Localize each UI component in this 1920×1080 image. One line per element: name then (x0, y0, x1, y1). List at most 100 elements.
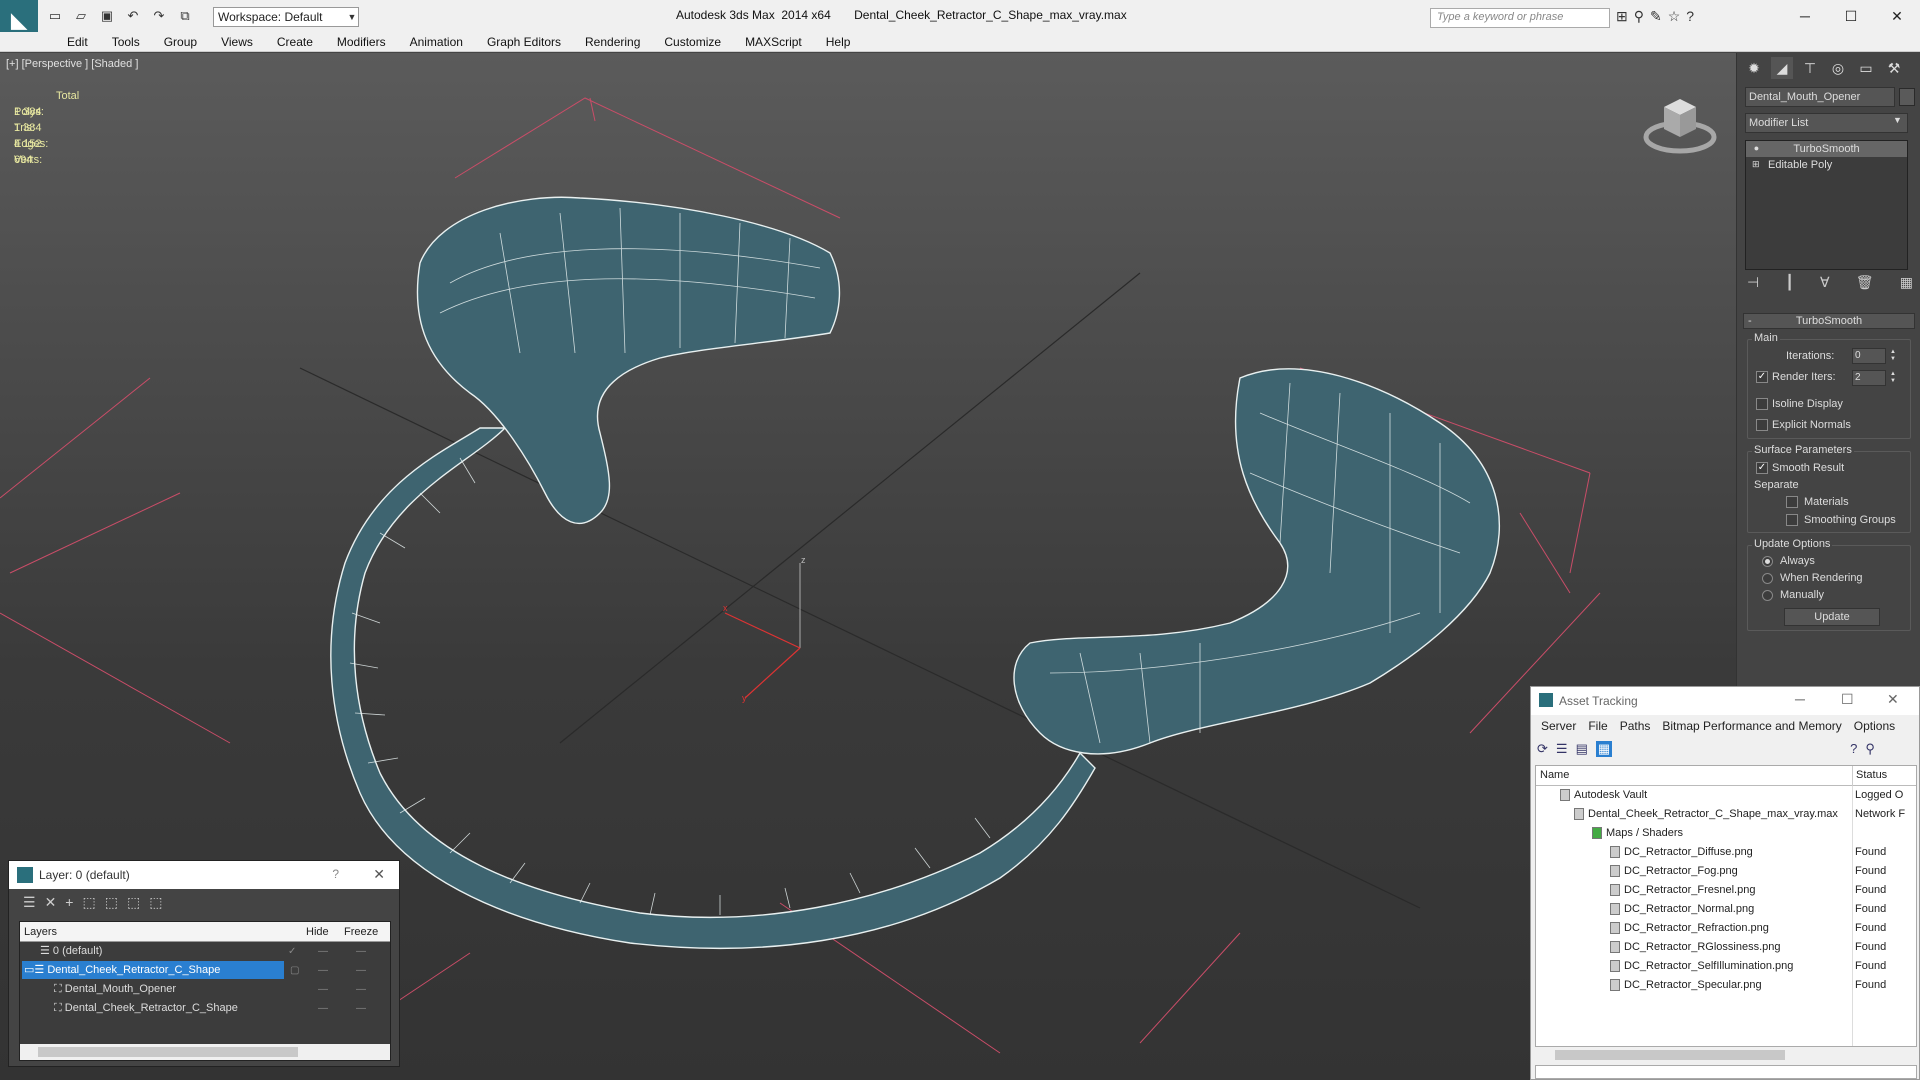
configure-sets-icon[interactable]: ▦ (1900, 274, 1913, 291)
menu-edit[interactable]: Edit (55, 34, 100, 50)
menu-graph-editors[interactable]: Graph Editors (475, 34, 573, 50)
save-icon[interactable]: ▣ (96, 6, 118, 26)
viewport-label[interactable]: [+] [Perspective ] [Shaded ] (6, 58, 138, 70)
freeze-toggle[interactable]: — (356, 980, 366, 999)
column-status[interactable]: Status (1856, 769, 1887, 781)
manually-radio[interactable] (1762, 590, 1773, 601)
modifier-list-dropdown[interactable]: Modifier List (1745, 113, 1908, 133)
menu-group[interactable]: Group (152, 34, 209, 50)
scroll-thumb[interactable] (1555, 1050, 1785, 1060)
column-freeze[interactable]: Freeze (344, 926, 378, 938)
explicit-normals-checkbox[interactable] (1756, 419, 1768, 431)
select-layer-icon[interactable]: ⬚ (105, 894, 118, 911)
menu-maxscript[interactable]: MAXScript (733, 34, 814, 50)
chevron-down-icon[interactable]: ▼ (345, 7, 359, 27)
table-row[interactable]: DC_Retractor_Fog.png Found (1536, 862, 1916, 881)
help-icon[interactable]: ? (1850, 741, 1857, 757)
maximize-icon[interactable]: ☐ (1841, 691, 1854, 708)
menu-bitmap-performance[interactable]: Bitmap Performance and Memory (1656, 719, 1847, 733)
menu-tools[interactable]: Tools (100, 34, 152, 50)
menu-modifiers[interactable]: Modifiers (325, 34, 398, 50)
stack-item-editable-poly[interactable]: ⊞ Editable Poly (1746, 157, 1907, 173)
menu-file[interactable]: File (1582, 719, 1613, 733)
materials-checkbox[interactable] (1786, 496, 1798, 508)
stack-item-turbosmooth[interactable]: ● TurboSmooth (1746, 141, 1907, 157)
table-row[interactable]: DC_Retractor_RGlossiness.png Found (1536, 938, 1916, 957)
help-search-icon[interactable]: ⚲ (1865, 741, 1875, 757)
horizontal-scrollbar[interactable] (20, 1044, 390, 1060)
scroll-thumb[interactable] (38, 1047, 298, 1057)
table-row[interactable]: Maps / Shaders (1536, 824, 1916, 843)
menu-options[interactable]: Options (1848, 719, 1901, 733)
table-row[interactable]: DC_Retractor_Fresnel.png Found (1536, 881, 1916, 900)
table-row[interactable]: DC_Retractor_Normal.png Found (1536, 900, 1916, 919)
maximize-icon[interactable]: ☐ (1828, 0, 1874, 32)
menu-server[interactable]: Server (1535, 719, 1582, 733)
redo-icon[interactable]: ↷ (148, 6, 170, 26)
subscription-icon[interactable]: ⚲ (1634, 8, 1644, 25)
select-objects-icon[interactable]: ⬚ (82, 894, 95, 911)
lightbulb-icon[interactable]: ● (1752, 144, 1761, 153)
hierarchy-tab-icon[interactable]: ⊤ (1799, 57, 1821, 79)
add-layer-icon[interactable]: + (65, 894, 73, 911)
layer-row[interactable]: ☰ 0 (default) ✓ — — (20, 942, 390, 961)
menu-views[interactable]: Views (209, 34, 265, 50)
retractor-mesh[interactable] (330, 196, 1501, 950)
close-icon[interactable]: ✕ (1887, 691, 1899, 708)
viewcube[interactable] (1640, 85, 1720, 165)
menu-paths[interactable]: Paths (1614, 719, 1657, 733)
search-input[interactable]: Type a keyword or phrase (1430, 8, 1610, 28)
smooth-result-checkbox[interactable]: ✓ (1756, 462, 1768, 474)
isoline-display-checkbox[interactable] (1756, 398, 1768, 410)
motion-tab-icon[interactable]: ◎ (1827, 57, 1849, 79)
help-icon[interactable]: ? (332, 867, 339, 881)
active-check-icon[interactable]: ✓ (288, 942, 296, 961)
make-unique-icon[interactable]: ∀ (1820, 274, 1830, 291)
render-iters-spinner[interactable]: 2 (1852, 370, 1886, 386)
layer-window-titlebar[interactable]: Layer: 0 (default) ? ✕ (9, 861, 399, 889)
layer-row[interactable]: ⛶ Dental_Mouth_Opener — — (20, 980, 390, 999)
spinner-arrows-icon[interactable]: ▲ ▼ (1890, 371, 1898, 385)
menu-create[interactable]: Create (265, 34, 325, 50)
layer-row[interactable]: ⛶ Dental_Cheek_Retractor_C_Shape — — (20, 999, 390, 1018)
remove-modifier-icon[interactable]: 🗑 (1856, 274, 1874, 291)
hide-toggle[interactable]: — (318, 961, 328, 980)
render-iters-checkbox[interactable]: ✓ (1756, 371, 1768, 383)
workspace-dropdown[interactable]: Workspace: Default (213, 7, 359, 27)
show-end-result-icon[interactable]: ┃ (1785, 274, 1793, 291)
list-view-icon[interactable]: ☰ (1556, 741, 1568, 757)
favorites-icon[interactable]: ☆ (1668, 8, 1681, 25)
table-row[interactable]: Autodesk Vault Logged O (1536, 786, 1916, 805)
when-rendering-radio[interactable] (1762, 573, 1773, 584)
table-view-icon[interactable]: ▦ (1595, 741, 1613, 757)
hide-toggle[interactable]: — (318, 980, 328, 999)
chevron-down-icon[interactable]: ▼ (1893, 115, 1902, 125)
refresh-icon[interactable]: ⟳ (1537, 741, 1548, 757)
freeze-toggle[interactable]: — (356, 942, 366, 961)
asset-window-titlebar[interactable]: Asset Tracking ─ ☐ ✕ (1531, 687, 1919, 715)
project-folder-icon[interactable]: ⧉ (174, 6, 196, 26)
menu-customize[interactable]: Customize (652, 34, 733, 50)
layer-row[interactable]: ▭☰ Dental_Cheek_Retractor_C_Shape ▢ — — (20, 961, 390, 980)
table-row[interactable]: DC_Retractor_Specular.png Found (1536, 976, 1916, 995)
object-name-field[interactable]: Dental_Mouth_Opener (1745, 87, 1895, 107)
binoculars-icon[interactable]: ⊞ (1616, 8, 1628, 25)
display-tab-icon[interactable]: ▭ (1855, 57, 1877, 79)
utilities-tab-icon[interactable]: ⚒ (1883, 57, 1905, 79)
minimize-icon[interactable]: ─ (1795, 691, 1805, 707)
object-color-swatch[interactable] (1899, 88, 1915, 106)
close-icon[interactable]: ✕ (1874, 0, 1920, 32)
menu-help[interactable]: Help (814, 34, 863, 50)
table-row[interactable]: DC_Retractor_Refraction.png Found (1536, 919, 1916, 938)
smoothing-groups-checkbox[interactable] (1786, 514, 1798, 526)
pin-stack-icon[interactable]: ⊣ (1747, 274, 1759, 291)
iterations-spinner[interactable]: 0 (1852, 348, 1886, 364)
communication-icon[interactable]: ✎ (1650, 8, 1662, 25)
horizontal-scrollbar[interactable] (1535, 1047, 1917, 1063)
undo-icon[interactable]: ↶ (122, 6, 144, 26)
highlight-layer-icon[interactable]: ⬚ (127, 894, 140, 911)
create-tab-icon[interactable]: ✹ (1743, 57, 1765, 79)
hide-all-icon[interactable]: ⬚ (149, 894, 162, 911)
hide-toggle[interactable]: — (318, 942, 328, 961)
rollout-header[interactable]: - TurboSmooth (1743, 313, 1915, 329)
